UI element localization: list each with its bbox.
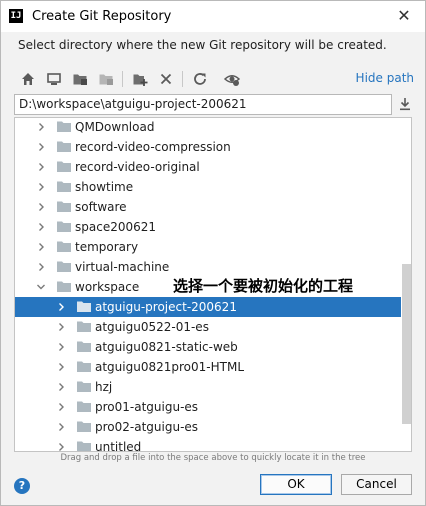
folder-icon xyxy=(77,301,91,312)
chevron-right-icon[interactable] xyxy=(56,342,66,352)
tree-row-label: temporary xyxy=(75,240,139,254)
folder-icon xyxy=(77,341,91,352)
dialog-description: Select directory where the new Git repos… xyxy=(18,38,387,52)
desktop-icon[interactable] xyxy=(44,69,64,89)
tree-scrollbar[interactable] xyxy=(402,264,411,424)
tree-row[interactable]: pro02-atguigu-es xyxy=(15,417,401,437)
tree-row[interactable]: untitled xyxy=(15,437,401,452)
window-title: Create Git Repository xyxy=(32,9,172,24)
tree-row[interactable]: atguigu0821pro01-HTML xyxy=(15,357,401,377)
folder-icon xyxy=(57,141,71,152)
tree-row[interactable]: hzj xyxy=(15,377,401,397)
file-chooser-toolbar: Hide path xyxy=(16,67,414,91)
chevron-right-icon[interactable] xyxy=(36,122,46,132)
tree-row-label: software xyxy=(75,200,127,214)
folder-icon xyxy=(57,241,71,252)
folder-icon xyxy=(57,201,71,212)
home-icon[interactable] xyxy=(18,69,38,89)
tree-row-label: workspace xyxy=(75,280,140,294)
chevron-right-icon[interactable] xyxy=(56,422,66,432)
folder-icon xyxy=(57,121,71,132)
folder-icon xyxy=(77,421,91,432)
folder-icon xyxy=(77,361,91,372)
chevron-right-icon[interactable] xyxy=(56,382,66,392)
drag-drop-hint: Drag and drop a file into the space abov… xyxy=(60,453,366,463)
project-folder-icon[interactable] xyxy=(70,69,90,89)
ok-button[interactable]: OK xyxy=(260,474,332,495)
chevron-right-icon[interactable] xyxy=(36,142,46,152)
module-folder-icon[interactable] xyxy=(96,69,116,89)
chevron-right-icon[interactable] xyxy=(36,182,46,192)
tree-row[interactable]: showtime xyxy=(15,177,401,197)
tree-row[interactable]: atguigu0821-static-web xyxy=(15,337,401,357)
folder-icon xyxy=(77,381,91,392)
tree-row-label: record-video-original xyxy=(75,160,200,174)
tree-row-label: untitled xyxy=(95,440,142,452)
tree-row-label: atguigu0522-01-es xyxy=(95,320,209,334)
tree-row-label: atguigu-project-200621 xyxy=(95,300,237,314)
chevron-right-icon[interactable] xyxy=(56,402,66,412)
folder-icon xyxy=(57,221,71,232)
tree-row-label: showtime xyxy=(75,180,134,194)
new-folder-icon[interactable] xyxy=(130,69,150,89)
chevron-right-icon[interactable] xyxy=(36,202,46,212)
chevron-right-icon[interactable] xyxy=(36,262,46,272)
hide-path-link[interactable]: Hide path xyxy=(356,71,414,85)
toolbar-separator xyxy=(122,71,123,87)
tree-row-label: space200621 xyxy=(75,220,157,234)
chevron-right-icon[interactable] xyxy=(36,162,46,172)
tree-row[interactable]: virtual-machine xyxy=(15,257,401,277)
tree-row-label: atguigu0821pro01-HTML xyxy=(95,360,244,374)
folder-icon xyxy=(77,321,91,332)
chevron-right-icon[interactable] xyxy=(56,362,66,372)
folder-icon xyxy=(57,261,71,272)
help-button[interactable]: ? xyxy=(14,478,30,494)
title-bar: IJ Create Git Repository ✕ xyxy=(0,0,426,32)
tree-row[interactable]: temporary xyxy=(15,237,401,257)
chevron-right-icon[interactable] xyxy=(36,242,46,252)
tree-row[interactable]: record-video-compression xyxy=(15,137,401,157)
chevron-down-icon[interactable] xyxy=(36,282,46,292)
tree-row-label: atguigu0821-static-web xyxy=(95,340,238,354)
tree-row-label: hzj xyxy=(95,380,113,394)
tree-row[interactable]: atguigu0522-01-es xyxy=(15,317,401,337)
tree-row[interactable]: record-video-original xyxy=(15,157,401,177)
folder-icon xyxy=(77,401,91,412)
tree-row-label: virtual-machine xyxy=(75,260,170,274)
refresh-icon[interactable] xyxy=(190,69,210,89)
toolbar-separator xyxy=(182,71,183,87)
chevron-right-icon[interactable] xyxy=(56,322,66,332)
cancel-button[interactable]: Cancel xyxy=(341,474,412,495)
close-button[interactable]: ✕ xyxy=(391,4,417,28)
path-input[interactable]: D:\workspace\atguigu-project-200621 xyxy=(14,94,392,115)
annotation-text: 选择一个要被初始化的工程 xyxy=(173,277,354,295)
tree-row-label: pro01-atguigu-es xyxy=(95,400,199,414)
tree-row-label: pro02-atguigu-es xyxy=(95,420,199,434)
folder-icon xyxy=(57,181,71,192)
show-hidden-icon[interactable] xyxy=(222,69,242,89)
tree-row[interactable]: atguigu-project-200621 xyxy=(15,297,401,317)
folder-icon xyxy=(57,161,71,172)
app-logo-icon: IJ xyxy=(9,9,23,23)
chevron-right-icon[interactable] xyxy=(36,222,46,232)
tree-row-label: record-video-compression xyxy=(75,140,231,154)
tree-row-label: QMDownload xyxy=(75,120,155,134)
chevron-right-icon[interactable] xyxy=(56,302,66,312)
tree-row[interactable]: pro01-atguigu-es xyxy=(15,397,401,417)
folder-icon xyxy=(57,281,71,292)
chevron-right-icon[interactable] xyxy=(56,442,66,452)
folder-icon xyxy=(77,441,91,451)
tree-row[interactable]: QMDownload xyxy=(15,118,401,137)
download-icon[interactable] xyxy=(397,96,413,112)
tree-row[interactable]: space200621 xyxy=(15,217,401,237)
delete-icon[interactable] xyxy=(156,69,176,89)
tree-row[interactable]: software xyxy=(15,197,401,217)
